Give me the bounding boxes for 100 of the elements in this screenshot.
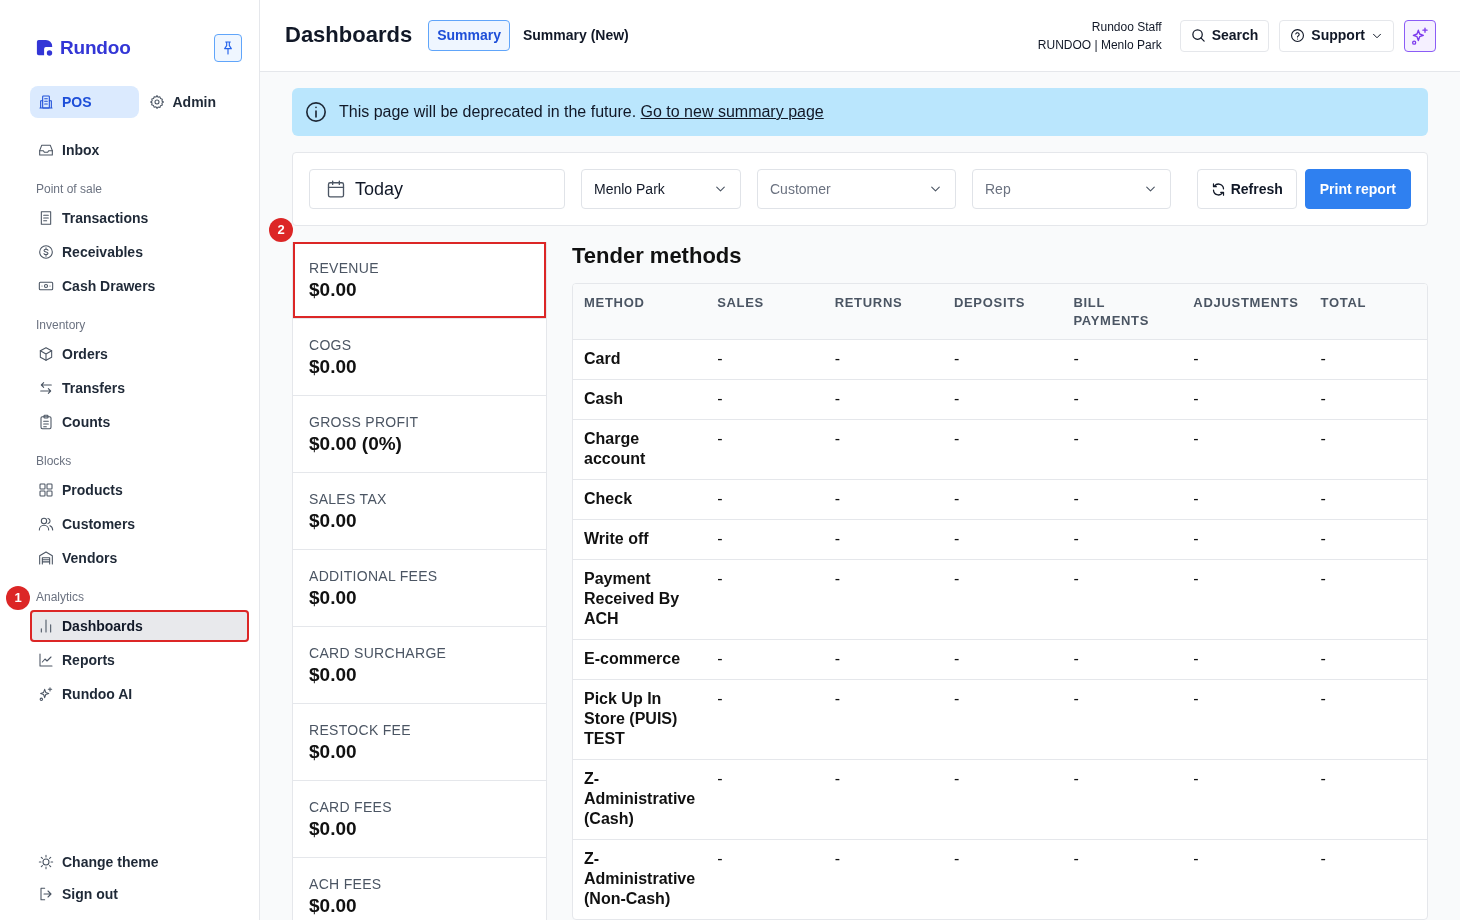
store-name: RUNDOO | Menlo Park <box>1037 36 1162 54</box>
alert-message: This page will be deprecated in the future. Go to new summary page <box>339 102 824 122</box>
table-cell: - <box>706 759 824 840</box>
table-cell: - <box>823 679 943 760</box>
tab[interactable]: Summary (New) <box>513 20 638 51</box>
table-cell: - <box>1062 679 1183 760</box>
table-cell: - <box>1309 479 1427 520</box>
new-summary-link[interactable]: Go to new summary page <box>640 103 824 120</box>
sidebar-item[interactable]: Transactions <box>30 202 249 234</box>
callout-badge: 1 <box>6 586 30 610</box>
table-cell: Z-Administrative (Non-Cash) <box>573 839 707 919</box>
metric-value: $0.00 <box>309 740 358 764</box>
table-cell: - <box>1182 419 1310 480</box>
rep-select[interactable]: Rep <box>972 169 1171 209</box>
print-report-button[interactable]: Print report <box>1304 169 1411 209</box>
table-cell: - <box>1309 679 1427 760</box>
sidebar-item[interactable]: Vendors <box>30 542 249 574</box>
mode-tab[interactable]: Admin <box>140 86 249 118</box>
table-cell: - <box>823 559 943 640</box>
table-cell: - <box>706 519 824 560</box>
pin-button[interactable] <box>214 34 242 62</box>
sidebar-item[interactable]: Orders <box>30 338 249 370</box>
table-cell: - <box>823 519 943 560</box>
grid-icon <box>38 482 54 498</box>
metric-value: $0.00 <box>309 663 358 687</box>
location-select[interactable]: Menlo Park <box>581 169 741 209</box>
section-heading: Point of sale <box>35 181 104 198</box>
table-cell: - <box>1062 519 1183 560</box>
table-cell: - <box>706 559 824 640</box>
table-cell: - <box>1309 379 1427 420</box>
document-icon <box>38 210 54 226</box>
table-cell: Cash <box>573 379 707 420</box>
cube-icon <box>38 346 54 362</box>
column-header: ADJUSTMENTS <box>1182 284 1310 340</box>
tab[interactable]: Summary <box>428 20 510 51</box>
table-cell: - <box>942 839 1063 919</box>
metric-value: $0.00 <box>309 278 358 302</box>
table-cell: - <box>1182 679 1310 760</box>
callout-badge: 2 <box>269 218 293 242</box>
table-cell: Check <box>573 479 707 520</box>
table-cell: - <box>942 419 1063 480</box>
sidebar-item[interactable]: Transfers <box>30 372 249 404</box>
table-cell: - <box>823 379 943 420</box>
sidebar-item[interactable]: Dashboards <box>30 610 249 642</box>
sidebar-item[interactable]: Change theme <box>30 846 249 878</box>
sparkles-icon <box>38 686 54 702</box>
date-field[interactable]: Today <box>309 169 565 209</box>
metric-label: CARD SURCHARGE <box>309 644 448 663</box>
metric-value: $0.00 <box>309 509 358 533</box>
inbox-icon <box>38 142 54 158</box>
table-cell: E-commerce <box>573 639 707 680</box>
customer-select[interactable]: Customer <box>757 169 956 209</box>
table-cell: - <box>1182 759 1310 840</box>
clipboard-icon <box>38 414 54 430</box>
table-cell: Z-Administrative (Cash) <box>573 759 707 840</box>
user-name: Rundoo Staff <box>1090 18 1162 36</box>
section-title: Tender methods <box>572 242 743 270</box>
sign-out-icon <box>38 886 54 902</box>
search-button[interactable]: Search <box>1179 19 1270 52</box>
support-button[interactable]: Support <box>1279 19 1394 52</box>
sidebar-item[interactable]: Counts <box>30 406 249 438</box>
ai-button[interactable] <box>1404 19 1436 52</box>
building-icon <box>38 94 54 110</box>
arrows-icon <box>38 380 54 396</box>
page-title: Dashboards <box>285 22 413 49</box>
table-cell: - <box>1062 419 1183 480</box>
metric-label: ADDITIONAL FEES <box>309 567 439 586</box>
sidebar-item[interactable]: Reports <box>30 644 249 676</box>
metric-value: $0.00 (0%) <box>309 432 403 456</box>
table-cell: - <box>1182 379 1310 420</box>
sidebar-item[interactable]: Cash Drawers <box>30 270 249 302</box>
table-cell: - <box>706 679 824 760</box>
table-cell: - <box>1309 759 1427 840</box>
dollar-icon <box>38 244 54 260</box>
column-header: DEPOSITS <box>942 284 1063 340</box>
sidebar-item[interactable]: Customers <box>30 508 249 540</box>
section-heading: Blocks <box>35 453 73 470</box>
sidebar-item[interactable]: Rundoo AI <box>30 678 249 710</box>
sparkles-icon <box>1410 25 1430 46</box>
table-cell: - <box>1309 339 1427 380</box>
search-icon <box>1190 28 1206 43</box>
refresh-button[interactable]: Refresh <box>1196 169 1297 209</box>
table-cell: Write off <box>573 519 707 560</box>
column-header: SALES <box>706 284 824 340</box>
sidebar-item[interactable]: Receivables <box>30 236 249 268</box>
table-cell: - <box>1182 519 1310 560</box>
metric-value: $0.00 <box>309 894 358 918</box>
table-cell: - <box>823 419 943 480</box>
table-cell: - <box>706 639 824 680</box>
metric-label: RESTOCK FEE <box>309 721 412 740</box>
metric-label: CARD FEES <box>309 798 393 817</box>
table-cell: - <box>942 479 1063 520</box>
table-cell: - <box>1062 639 1183 680</box>
table-cell: - <box>1182 479 1310 520</box>
mode-tab[interactable]: POS <box>30 86 139 118</box>
sidebar-item[interactable]: Inbox <box>30 134 249 166</box>
sun-icon <box>38 854 54 870</box>
sidebar-item[interactable]: Products <box>30 474 249 506</box>
bar-chart-icon <box>38 618 54 634</box>
sidebar-item[interactable]: Sign out <box>30 878 249 910</box>
